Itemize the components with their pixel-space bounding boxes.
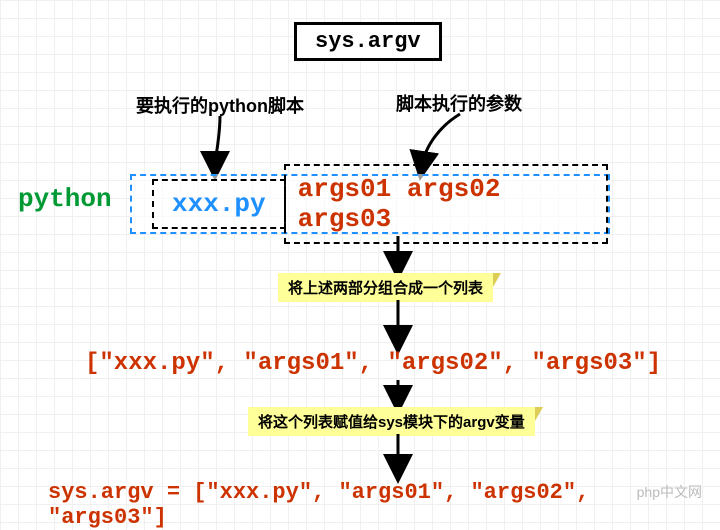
title-sys-argv: sys.argv bbox=[294, 22, 442, 61]
note-assign-argv: 将这个列表赋值给sys模块下的argv变量 bbox=[248, 407, 535, 436]
arrow-down-3-icon bbox=[393, 380, 413, 410]
arrow-down-2-icon bbox=[393, 300, 413, 350]
watermark-text: php中文网 bbox=[637, 482, 702, 502]
python-interpreter-label: python bbox=[18, 184, 112, 214]
script-args-box: args01 args02 args03 bbox=[284, 164, 608, 244]
final-sysargv-output: sys.argv = ["xxx.py", "args01", "args02"… bbox=[48, 480, 720, 530]
arrow-down-4-icon bbox=[393, 434, 413, 479]
arrow-down-1-icon bbox=[393, 236, 413, 276]
command-line-box: xxx.py args01 args02 args03 bbox=[130, 174, 610, 234]
intermediate-list-output: ["xxx.py", "args01", "args02", "args03"] bbox=[85, 350, 661, 377]
note-combine-list: 将上述两部分组合成一个列表 bbox=[278, 273, 493, 302]
arrow-to-script-icon bbox=[210, 108, 290, 178]
script-name-box: xxx.py bbox=[152, 179, 286, 229]
